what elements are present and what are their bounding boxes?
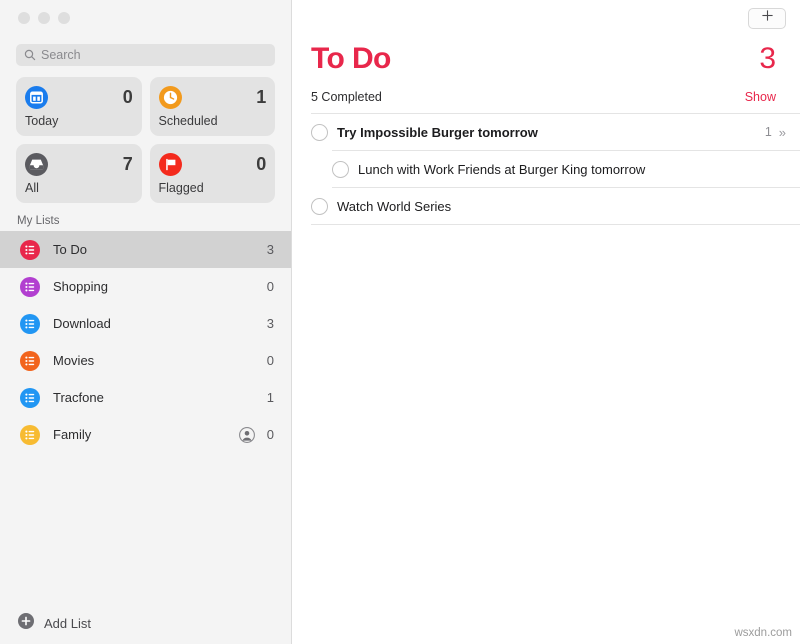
clock-icon <box>158 85 182 109</box>
add-list-label: Add List <box>44 615 91 631</box>
sidebar-item-label: To Do <box>53 242 87 257</box>
sidebar-item-count: 3 <box>266 242 274 257</box>
sidebar-item-label: Shopping <box>53 279 108 294</box>
sidebar-item-family[interactable]: Family 0 <box>0 416 291 453</box>
smart-list-badge <box>25 152 48 176</box>
plus-icon <box>761 9 774 27</box>
inbox-icon <box>25 152 48 176</box>
smart-list-top: 7 <box>25 151 133 177</box>
sidebar-item-label: Family <box>53 427 92 442</box>
task-title: Try Impossible Burger tomorrow <box>337 124 538 140</box>
sidebar-item-count: 3 <box>266 316 274 331</box>
list-icon <box>20 276 40 297</box>
search-input[interactable] <box>41 48 267 62</box>
sidebar: 0 Today 1 Scheduled 7 All 0 Flagged My Lists To… <box>0 0 292 644</box>
smart-list-top: 0 <box>25 84 133 110</box>
smart-list-count: 1 <box>256 87 266 107</box>
completed-row: 5 Completed Show <box>292 76 800 104</box>
watermark: wsxdn.com <box>734 627 792 639</box>
sidebar-item-label: Tracfone <box>53 390 104 405</box>
show-completed-link[interactable]: Show <box>745 90 776 104</box>
smart-list-badge <box>158 85 182 109</box>
list-icon <box>20 424 40 445</box>
smart-list-label: All <box>25 181 39 195</box>
list-icon <box>20 239 40 260</box>
flag-icon <box>158 152 182 176</box>
list-color-icon <box>20 239 40 260</box>
smart-list-all[interactable]: 7 All <box>16 144 142 203</box>
task-checkbox[interactable] <box>311 197 328 215</box>
list-color-icon <box>20 276 40 297</box>
sidebar-item-download[interactable]: Download 3 <box>0 305 291 342</box>
smart-list-top: 1 <box>158 84 266 110</box>
list-icon <box>20 313 40 334</box>
smart-list-count: 0 <box>256 154 266 174</box>
shared-person-icon <box>239 426 255 443</box>
list-item-count: 3 <box>759 42 776 75</box>
sidebar-item-count: 0 <box>266 427 274 442</box>
smart-list-badge <box>158 152 182 176</box>
sidebar-item-count: 0 <box>266 279 274 294</box>
my-lists-header: My Lists <box>17 215 60 227</box>
plus-circle-icon <box>18 612 34 634</box>
smart-lists-grid: 0 Today 1 Scheduled 7 All 0 Flagged <box>0 66 291 203</box>
smart-list-badge <box>25 85 48 109</box>
search-box[interactable] <box>16 44 275 66</box>
add-reminder-button[interactable] <box>748 7 786 29</box>
task-title: Lunch with Work Friends at Burger King t… <box>358 161 646 177</box>
sidebar-item-todo[interactable]: To Do 3 <box>0 231 291 268</box>
reminders-list: Try Impossible Burger tomorrow 1» Lunch wi… <box>292 113 800 225</box>
toolbar <box>292 0 800 30</box>
main-content: To Do 3 5 Completed Show Try Impossible … <box>292 0 800 644</box>
smart-list-scheduled[interactable]: 1 Scheduled <box>149 77 275 136</box>
page-title: To Do <box>311 42 391 75</box>
sidebar-item-label: Movies <box>53 353 95 368</box>
task-subtask-count: 1 <box>764 125 772 139</box>
task-subtask-indicator[interactable]: 1» <box>765 125 786 139</box>
task-title: Watch World Series <box>337 198 452 214</box>
task-row[interactable]: Try Impossible Burger tomorrow 1» <box>292 114 800 150</box>
list-icon <box>20 387 40 408</box>
sidebar-item-tracfone[interactable]: Tracfone 1 <box>0 379 291 416</box>
sidebar-item-label: Download <box>53 316 111 331</box>
my-lists: To Do 3 Shopping 0 Download 3 Movies 0 Tracfone 1… <box>0 231 291 453</box>
smart-list-top: 0 <box>158 151 266 177</box>
smart-list-label: Today <box>25 114 59 128</box>
smart-list-flagged[interactable]: 0 Flagged <box>149 144 275 203</box>
smart-list-label: Flagged <box>158 181 204 195</box>
smart-list-count: 7 <box>122 154 133 174</box>
smart-list-count: 0 <box>122 87 133 107</box>
task-separator <box>311 224 800 225</box>
sidebar-item-movies[interactable]: Movies 0 <box>0 342 291 379</box>
sidebar-item-shopping[interactable]: Shopping 0 <box>0 268 291 305</box>
list-color-icon <box>20 387 40 408</box>
smart-list-label: Scheduled <box>158 114 218 128</box>
list-icon <box>20 350 40 371</box>
add-list-button[interactable]: Add List <box>0 602 292 644</box>
shared-list-indicator <box>239 426 255 443</box>
task-checkbox[interactable] <box>311 123 328 141</box>
list-color-icon <box>20 424 40 445</box>
task-checkbox[interactable] <box>332 160 349 178</box>
sidebar-item-count: 1 <box>266 390 274 405</box>
reminders-window: 0 Today 1 Scheduled 7 All 0 Flagged My Lists To… <box>0 0 800 644</box>
list-header: To Do 3 <box>292 30 800 76</box>
calendar-icon <box>25 85 48 109</box>
zoom-button[interactable] <box>58 12 70 24</box>
sidebar-item-count: 0 <box>266 353 274 368</box>
list-color-icon <box>20 350 40 371</box>
task-row[interactable]: Lunch with Work Friends at Burger King t… <box>292 151 800 187</box>
completed-count-label: 5 Completed <box>311 90 382 104</box>
chevron-double-right-icon[interactable]: » <box>779 126 786 139</box>
close-button[interactable] <box>18 12 30 24</box>
smart-list-today[interactable]: 0 Today <box>16 77 142 136</box>
list-color-icon <box>20 313 40 334</box>
search-container <box>0 34 291 66</box>
task-row[interactable]: Watch World Series <box>292 188 800 224</box>
search-icon <box>24 49 36 61</box>
window-controls <box>0 0 291 34</box>
minimize-button[interactable] <box>38 12 50 24</box>
